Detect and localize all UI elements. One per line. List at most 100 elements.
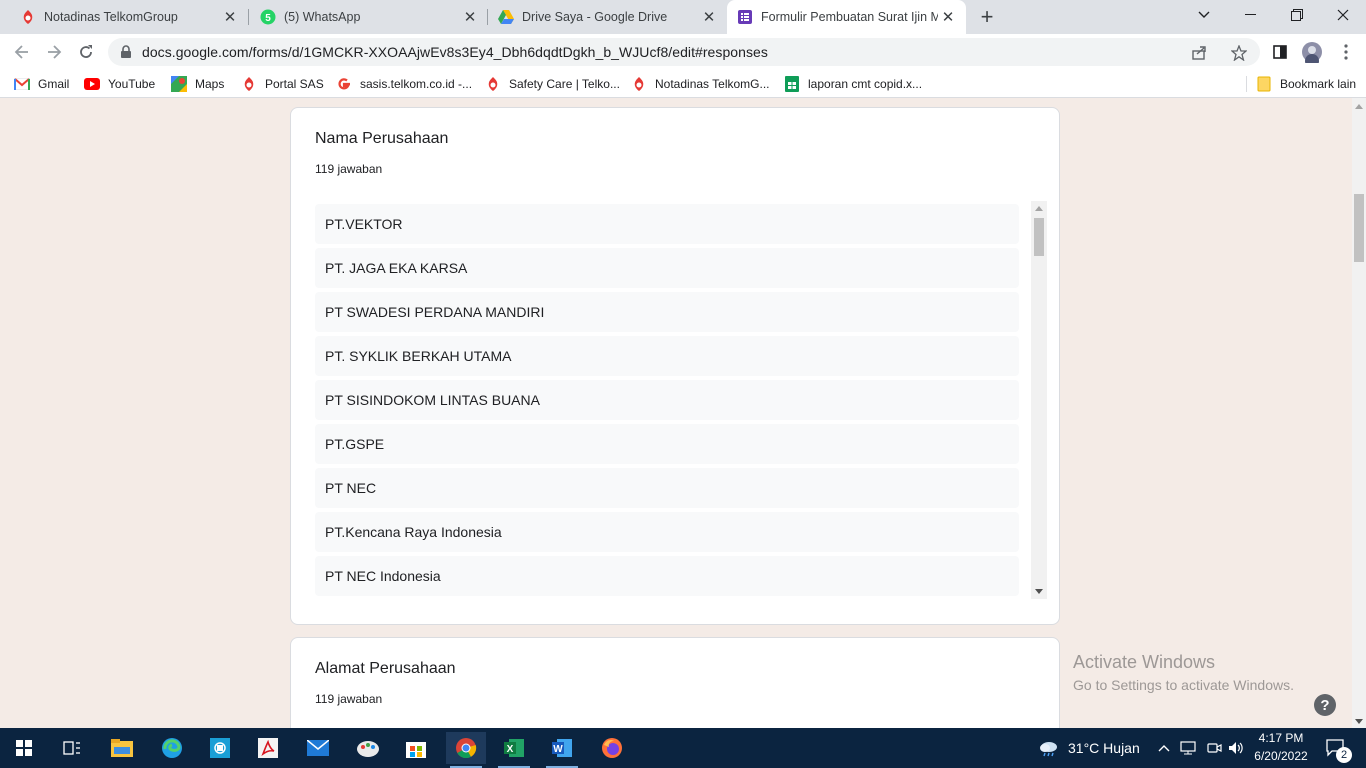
scrollbar-thumb[interactable] [1034,218,1044,256]
volume-icon[interactable] [1226,732,1248,764]
svg-text:W: W [553,744,563,755]
paint-app-icon[interactable] [348,732,388,764]
back-arrow-icon[interactable] [10,40,34,64]
firefox-icon[interactable] [592,732,632,764]
weather-text[interactable]: 31°C Hujan [1068,740,1140,756]
close-icon[interactable]: ✕ [220,7,240,27]
minimize-icon[interactable] [1228,0,1274,30]
close-icon[interactable]: ✕ [460,7,480,27]
scroll-down-arrow-icon[interactable] [1035,589,1043,594]
lock-icon[interactable] [120,45,132,62]
list-item: PT.Kencana Raya Indonesia [315,512,1019,552]
notification-badge: 2 [1336,747,1352,763]
store-app-icon[interactable] [200,732,240,764]
bookmark-other-folder[interactable]: Bookmark lain [1256,75,1356,93]
question-title: Nama Perusahaan [315,130,449,147]
meet-now-icon[interactable] [1203,732,1225,764]
telkom-icon [631,76,647,92]
scroll-up-arrow-icon[interactable] [1035,206,1043,211]
youtube-icon [84,76,100,92]
bookmark-safety-care[interactable]: Safety Care | Telko... [485,75,620,93]
response-list-scrollbar[interactable] [1031,201,1047,599]
list-item: PT. JAGA EKA KARSA [315,248,1019,288]
help-icon[interactable]: ? [1314,694,1336,716]
google-icon [336,76,352,92]
clock-time[interactable]: 4:17 PM [1258,731,1304,745]
task-view-icon[interactable] [52,732,92,764]
list-item: PT SWADESI PERDANA MANDIRI [315,292,1019,332]
close-window-icon[interactable] [1320,0,1366,30]
side-panel-icon[interactable] [1268,40,1292,64]
windows-start-icon[interactable] [4,732,44,764]
whatsapp-icon: 5 [260,9,276,25]
new-tab-button[interactable]: + [976,4,998,29]
question-card-nama-perusahaan: Nama Perusahaan 119 jawaban PT.VEKTOR PT… [290,107,1060,625]
scrollbar-thumb[interactable] [1354,194,1364,262]
question-title: Alamat Perusahaan [315,660,456,677]
list-item: PT.GSPE [315,424,1019,464]
tab-google-forms[interactable]: Formulir Pembuatan Surat Ijin Ma ✕ [727,0,966,34]
tab-google-drive[interactable]: Drive Saya - Google Drive ✕ [478,0,727,34]
forward-arrow-icon[interactable] [42,40,66,64]
svg-text:X: X [507,744,514,755]
mail-icon[interactable] [298,732,338,764]
ms-store-icon[interactable] [396,732,436,764]
more-options-icon[interactable] [1334,40,1358,64]
bookmark-maps[interactable]: Maps [171,75,224,93]
acrobat-icon[interactable] [248,732,288,764]
chevron-up-icon[interactable] [1154,732,1174,764]
close-icon[interactable]: ✕ [699,7,719,27]
tab-title: Formulir Pembuatan Surat Ijin Ma [761,10,938,24]
profile-avatar[interactable] [1300,40,1324,64]
address-bar[interactable]: docs.google.com/forms/d/1GMCKR-XXOAAjwEv… [108,38,1260,66]
chrome-icon[interactable] [446,732,486,768]
bookmark-gmail[interactable]: Gmail [14,75,69,93]
response-count: 119 jawaban [315,692,383,706]
list-item: PT NEC Indonesia [315,556,1019,596]
chevron-down-icon[interactable] [1181,0,1227,30]
close-icon[interactable]: ✕ [938,7,958,27]
file-explorer-icon[interactable] [102,732,142,764]
windows-taskbar: X W 31°C Hujan 4:17 PM 6/20/2022 2 [0,728,1366,768]
page-scrollbar[interactable] [1352,98,1366,728]
tab-title: Notadinas TelkomGroup [44,10,178,24]
url-text: docs.google.com/forms/d/1GMCKR-XXOAAjwEv… [142,44,768,60]
list-item: PT SISINDOKOM LINTAS BUANA [315,380,1019,420]
response-count: 119 jawaban [315,162,383,176]
svg-text:5: 5 [265,13,271,24]
bookmarks-bar: Gmail YouTube Maps Portal SAS sasis.telk… [0,70,1366,98]
restore-icon[interactable] [1274,0,1320,30]
gmail-icon [14,76,30,92]
scroll-up-arrow-icon[interactable] [1355,104,1363,109]
notification-center-icon[interactable]: 2 [1316,732,1356,764]
telkom-icon [20,9,36,25]
telkom-icon [485,76,501,92]
scroll-down-arrow-icon[interactable] [1355,719,1363,724]
word-icon[interactable]: W [542,732,582,768]
activate-windows-watermark: Activate Windows Go to Settings to activ… [1073,652,1294,693]
bookmark-youtube[interactable]: YouTube [84,75,155,93]
clock-date[interactable]: 6/20/2022 [1252,749,1310,763]
response-list[interactable]: PT.VEKTOR PT. JAGA EKA KARSA PT SWADESI … [315,204,1019,596]
reload-icon[interactable] [74,40,98,64]
tab-notadinas[interactable]: Notadinas TelkomGroup ✕ [0,0,248,34]
bookmark-portal-sas[interactable]: Portal SAS [241,75,324,93]
share-icon[interactable] [1190,44,1208,62]
tab-title: (5) WhatsApp [284,10,361,24]
bookmark-sasis[interactable]: sasis.telkom.co.id -... [336,75,472,93]
tab-whatsapp[interactable]: 5 (5) WhatsApp ✕ [240,0,488,34]
bookmark-notadinas[interactable]: Notadinas TelkomG... [631,75,770,93]
telkom-icon [241,76,257,92]
edge-icon[interactable] [152,732,192,764]
star-icon[interactable] [1230,44,1248,62]
folder-icon [1256,76,1272,92]
network-icon[interactable] [1178,732,1200,764]
tab-title: Drive Saya - Google Drive [522,10,668,24]
excel-icon[interactable]: X [494,732,534,768]
question-card-alamat-perusahaan: Alamat Perusahaan 119 jawaban [290,637,1060,728]
list-item: PT.VEKTOR [315,204,1019,244]
bookmark-laporan[interactable]: laporan cmt copid.x... [784,75,922,93]
google-forms-icon [737,9,753,25]
tab-strip: Notadinas TelkomGroup ✕ 5 (5) WhatsApp ✕… [0,0,1366,34]
weather-icon[interactable] [1028,732,1068,764]
